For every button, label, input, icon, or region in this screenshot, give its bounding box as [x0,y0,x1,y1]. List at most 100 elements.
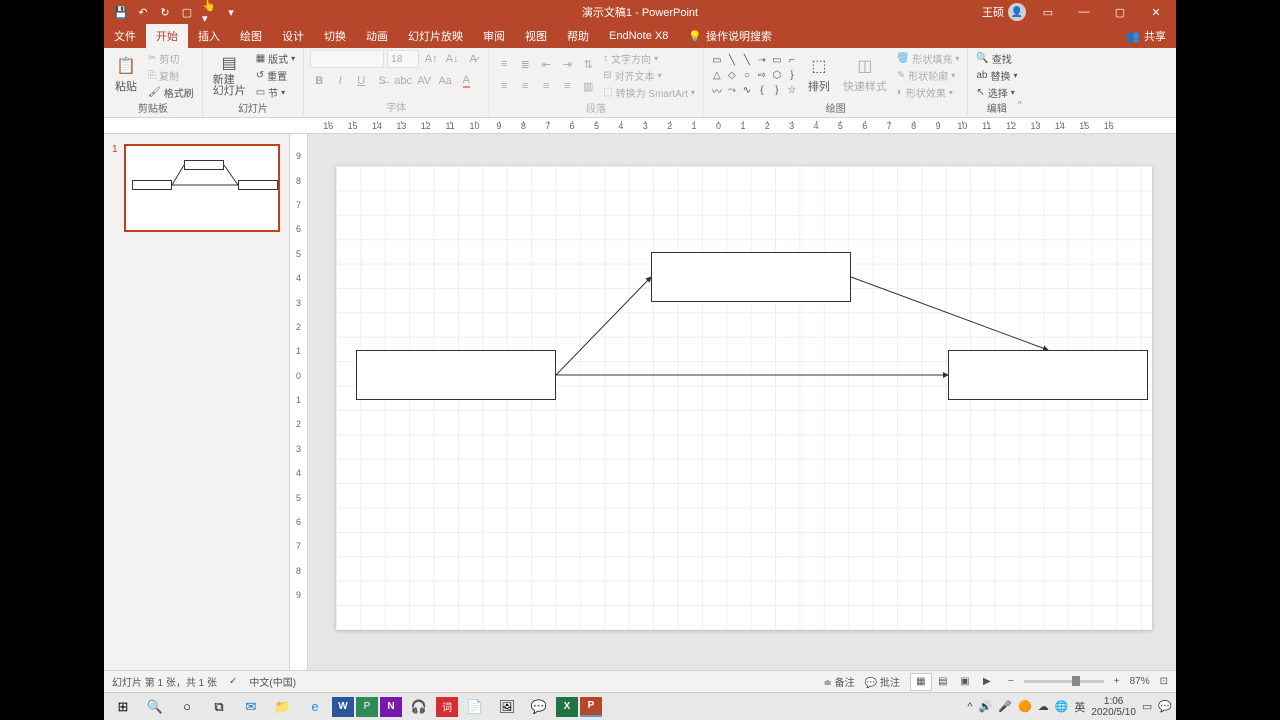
bold-button[interactable]: B [310,72,328,90]
tray-action-center-icon[interactable]: 💬 [1158,700,1172,713]
strikethrough-button[interactable]: S̶ [373,72,391,90]
comments-button[interactable]: 💬 批注 [865,674,900,689]
taskbar-app-ie[interactable]: e [300,695,330,719]
bullets-button[interactable]: ≡ [495,55,513,73]
shape-line2-icon[interactable]: ╲ [740,53,754,67]
taskbar-app-powerpoint[interactable]: P [580,697,602,717]
slide-canvas[interactable] [336,166,1152,630]
shape-fill-button[interactable]: 🪣形状填充▾ [895,50,961,66]
zoom-out-button[interactable]: − [1008,676,1014,687]
tab-help[interactable]: 帮助 [557,24,599,48]
tab-insert[interactable]: 插入 [188,24,230,48]
share-button[interactable]: 👥 共享 [1116,28,1176,44]
reset-button[interactable]: ↺重置 [254,67,297,83]
ribbon-display-icon[interactable]: ▭ [1034,0,1062,24]
taskbar-app-word[interactable]: W [332,697,354,717]
shape-diamond-icon[interactable]: ◇ [725,68,739,82]
underline-button[interactable]: U [352,72,370,90]
shape-curve-icon[interactable]: 〰 [710,83,724,97]
decrease-font-icon[interactable]: A↓ [443,50,461,68]
tab-transitions[interactable]: 切换 [314,24,356,48]
notes-button[interactable]: ≐ 备注 [824,674,855,689]
taskbar-app-pdf[interactable]: P [356,697,378,717]
save-icon[interactable]: 💾 [114,5,128,19]
start-button[interactable]: ⊞ [108,695,138,719]
redo-icon[interactable]: ↻ [158,5,172,19]
connector-top-right[interactable] [851,277,1048,350]
section-button[interactable]: ▭节▾ [254,84,297,100]
taskbar-app-readpaper[interactable]: 📄 [460,695,490,719]
tab-file[interactable]: 文件 [104,24,146,48]
shape-box-top[interactable] [651,252,851,302]
copy-button[interactable]: ⎘复制 [146,67,196,83]
cortana-button[interactable]: ○ [172,695,202,719]
task-view-button[interactable]: ⧉ [204,695,234,719]
change-case-button[interactable]: Aa [436,72,454,90]
align-center-button[interactable]: ≡ [516,77,534,95]
shape-box-left[interactable] [356,350,556,400]
tray-notifications-icon[interactable]: ▭ [1142,700,1152,713]
tab-review[interactable]: 审阅 [473,24,515,48]
tab-design[interactable]: 设计 [272,24,314,48]
tray-overflow-icon[interactable]: ^ [967,701,972,713]
shape-box-right[interactable] [948,350,1148,400]
tray-volume-icon[interactable]: 🔊 [979,700,993,713]
tab-slideshow[interactable]: 幻灯片放映 [398,24,473,48]
maximize-button[interactable]: ▢ [1106,0,1134,24]
slide-editor-area[interactable]: 9876543210123456789 [290,134,1176,670]
align-text-button[interactable]: ⊟对齐文本▾ [601,67,697,83]
shape-triangle-icon[interactable]: △ [710,68,724,82]
increase-font-icon[interactable]: A↑ [422,50,440,68]
shape-line-icon[interactable]: ╲ [725,53,739,67]
align-right-button[interactable]: ≡ [537,77,555,95]
tray-network-icon[interactable]: 🌐 [1055,700,1069,713]
fit-window-button[interactable]: ⊡ [1160,676,1168,687]
touch-mode-icon[interactable]: 👆▾ [202,5,216,19]
shape-connector-icon[interactable]: ⤳ [725,83,739,97]
tab-home[interactable]: 开始 [146,24,188,48]
search-button[interactable]: 🔍 [140,695,170,719]
line-spacing-button[interactable]: ⇅ [579,55,597,73]
tray-mic-icon[interactable]: 🎤 [998,700,1012,713]
shape-outline-button[interactable]: ✎形状轮廓▾ [895,67,961,83]
columns-button[interactable]: ▥ [579,77,597,95]
tab-draw[interactable]: 绘图 [230,24,272,48]
tray-app2-icon[interactable]: ☁ [1038,700,1049,713]
arrange-button[interactable]: ⬚ 排列 [803,54,835,96]
font-family-input[interactable] [310,50,384,68]
paste-button[interactable]: 📋 粘贴 [110,54,142,96]
select-button[interactable]: ↖选择▾ [974,84,1019,100]
italic-button[interactable]: I [331,72,349,90]
numbering-button[interactable]: ≣ [516,55,534,73]
user-account[interactable]: 王硕 👤 [982,3,1026,21]
shadow-button[interactable]: abc [394,72,412,90]
sorter-view-button[interactable]: ▤ [932,673,954,691]
taskbar-app-walkman[interactable]: 🎧 [404,695,434,719]
shape-rect-icon[interactable]: ▭ [710,53,724,67]
tray-app-icon[interactable]: 🟠 [1018,700,1032,713]
tray-ime-icon[interactable]: 英 [1074,699,1085,715]
shape-star-icon[interactable]: ☆ [785,83,799,97]
shape-curve2-icon[interactable]: ∿ [740,83,754,97]
qat-more-icon[interactable]: ▾ [224,5,238,19]
undo-icon[interactable]: ↶ [136,5,150,19]
clear-formatting-icon[interactable]: A̷ [464,50,482,68]
taskbar-app-mail[interactable]: ✉ [236,695,266,719]
collapse-ribbon-icon[interactable]: ^ [1018,100,1022,109]
tray-clock[interactable]: 1:06 2020/5/10 [1091,696,1136,718]
shape-arrow2-icon[interactable]: ⇨ [755,68,769,82]
shape-hexagon-icon[interactable]: ⬡ [770,68,784,82]
tab-view[interactable]: 视图 [515,24,557,48]
font-color-button[interactable]: A [457,72,475,90]
shape-brace2-icon[interactable]: { [755,83,769,97]
layout-button[interactable]: ▦版式▾ [254,50,297,66]
zoom-in-button[interactable]: + [1114,676,1120,687]
slide-thumbnail-1[interactable] [124,144,280,232]
taskbar-app-onenote[interactable]: N [380,697,402,717]
cut-button[interactable]: ✂剪切 [146,50,196,66]
decrease-indent-button[interactable]: ⇤ [537,55,555,73]
taskbar-app-wechat[interactable]: 💬 [524,695,554,719]
slideshow-icon[interactable]: ▢ [180,5,194,19]
shape-arrow-icon[interactable]: ➝ [755,53,769,67]
tab-animations[interactable]: 动画 [356,24,398,48]
